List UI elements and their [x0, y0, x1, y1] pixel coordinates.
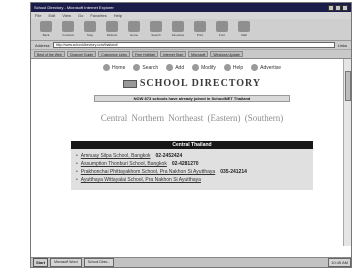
home-button[interactable]: Home	[125, 21, 143, 38]
maximize-icon[interactable]	[335, 4, 341, 11]
font-button[interactable]: Font	[213, 21, 231, 38]
mail-button[interactable]: Mail	[235, 21, 253, 38]
menu-help[interactable]: Help	[114, 13, 122, 18]
link-windows-update[interactable]: Windows Update	[210, 51, 243, 57]
school-logo-icon	[122, 79, 137, 88]
title-bar: School Directory - Microsoft Internet Ex…	[31, 3, 351, 12]
back-icon	[40, 21, 52, 32]
menu-edit[interactable]: Edit	[48, 13, 55, 18]
region-links[interactable]: Central Northern Northeast (Eastern) (So…	[31, 113, 351, 123]
address-input[interactable]: http://www.schooldirectory.com/thailand/	[52, 42, 335, 48]
link-channel-guide[interactable]: Channel Guide	[66, 51, 97, 57]
taskbar: Start Microsoft Word School Direc... 10:…	[31, 257, 351, 267]
mail-icon	[238, 21, 250, 32]
bullet-icon: •	[76, 177, 78, 183]
nav-home[interactable]: Home	[103, 64, 125, 71]
announcement-banner: NOW 873 schools have already joined in S…	[94, 95, 290, 102]
search-icon	[150, 21, 162, 32]
list-item[interactable]: • Prakhonchai Phittayakhom School, Pra Na…	[76, 168, 308, 176]
page-content: Home Search Add Modify Help Advertise SC…	[31, 59, 351, 246]
menu-view[interactable]: View	[62, 13, 71, 18]
favorites-icon	[172, 21, 184, 32]
link-best-of-web[interactable]: Best of the Web	[34, 51, 65, 57]
list-item[interactable]: • Amnuay Silpa School, Bangkok 02-2452424	[76, 152, 308, 160]
forward-button[interactable]: Forward	[59, 21, 77, 38]
bullet-icon: •	[76, 161, 78, 167]
help-icon	[223, 64, 231, 71]
site-nav: Home Search Add Modify Help Advertise	[31, 64, 351, 71]
vertical-scrollbar[interactable]	[343, 59, 351, 246]
print-button[interactable]: Print	[191, 21, 209, 38]
scrollbar-thumb[interactable]	[345, 71, 351, 101]
nav-modify[interactable]: Modify	[192, 64, 216, 71]
refresh-button[interactable]: Refresh	[103, 21, 121, 38]
school-list: • Amnuay Silpa School, Bangkok 02-2452424 …	[71, 149, 313, 190]
toolbar: Back Forward Stop Refresh Home Search Fa…	[31, 19, 351, 41]
taskbar-item[interactable]: Microsoft Word	[50, 258, 82, 267]
menu-file[interactable]: File	[35, 13, 41, 18]
menu-go[interactable]: Go	[78, 13, 83, 18]
link-customize[interactable]: Customize Links	[98, 51, 130, 57]
home-icon	[103, 64, 111, 71]
nav-advertise[interactable]: Advertise	[251, 64, 281, 71]
list-item[interactable]: • Ayutthaya Wittayalai School, Pra Nakhon…	[76, 176, 308, 184]
links-label[interactable]: Links	[338, 43, 347, 48]
font-icon	[216, 21, 228, 32]
section-heading: Central Thailand	[71, 141, 313, 149]
edit-icon	[192, 64, 200, 71]
ad-icon	[251, 64, 259, 71]
address-bar: Address http://www.schooldirectory.com/t…	[31, 41, 351, 50]
nav-help[interactable]: Help	[223, 64, 243, 71]
menu-bar: File Edit View Go Favorites Help	[31, 12, 351, 19]
forward-icon	[62, 21, 74, 32]
stop-icon	[84, 21, 96, 32]
add-icon	[166, 64, 174, 71]
minimize-icon[interactable]	[328, 4, 334, 11]
nav-search[interactable]: Search	[133, 64, 158, 71]
link-microsoft[interactable]: Microsoft	[188, 51, 209, 57]
nav-add[interactable]: Add	[166, 64, 184, 71]
start-button[interactable]: Start	[33, 258, 49, 267]
refresh-icon	[106, 21, 118, 32]
search-icon	[133, 64, 141, 71]
clock: 10:45 AM	[328, 258, 351, 267]
bullet-icon: •	[76, 169, 78, 175]
favorites-button[interactable]: Favorites	[169, 21, 187, 38]
close-icon[interactable]	[342, 4, 348, 11]
link-internet-start[interactable]: Internet Start	[159, 51, 187, 57]
back-button[interactable]: Back	[37, 21, 55, 38]
list-item[interactable]: • Assumption Thonburi School, Bangkok 02-4…	[76, 160, 308, 168]
stop-button[interactable]: Stop	[81, 21, 99, 38]
browser-window: School Directory - Microsoft Internet Ex…	[30, 2, 352, 268]
link-hotmail[interactable]: Free HotMail	[131, 51, 158, 57]
search-button[interactable]: Search	[147, 21, 165, 38]
print-icon	[194, 21, 206, 32]
address-label: Address	[35, 42, 50, 48]
page-title: SCHOOL DIRECTORY	[31, 78, 351, 89]
taskbar-item[interactable]: School Direc...	[83, 258, 115, 267]
window-title: School Directory - Microsoft Internet Ex…	[34, 5, 114, 10]
window-controls	[328, 4, 348, 11]
bullet-icon: •	[76, 153, 78, 159]
home-icon	[128, 21, 140, 32]
menu-favorites[interactable]: Favorites	[90, 13, 106, 18]
links-bar: Best of the Web Channel Guide Customize …	[31, 50, 351, 59]
